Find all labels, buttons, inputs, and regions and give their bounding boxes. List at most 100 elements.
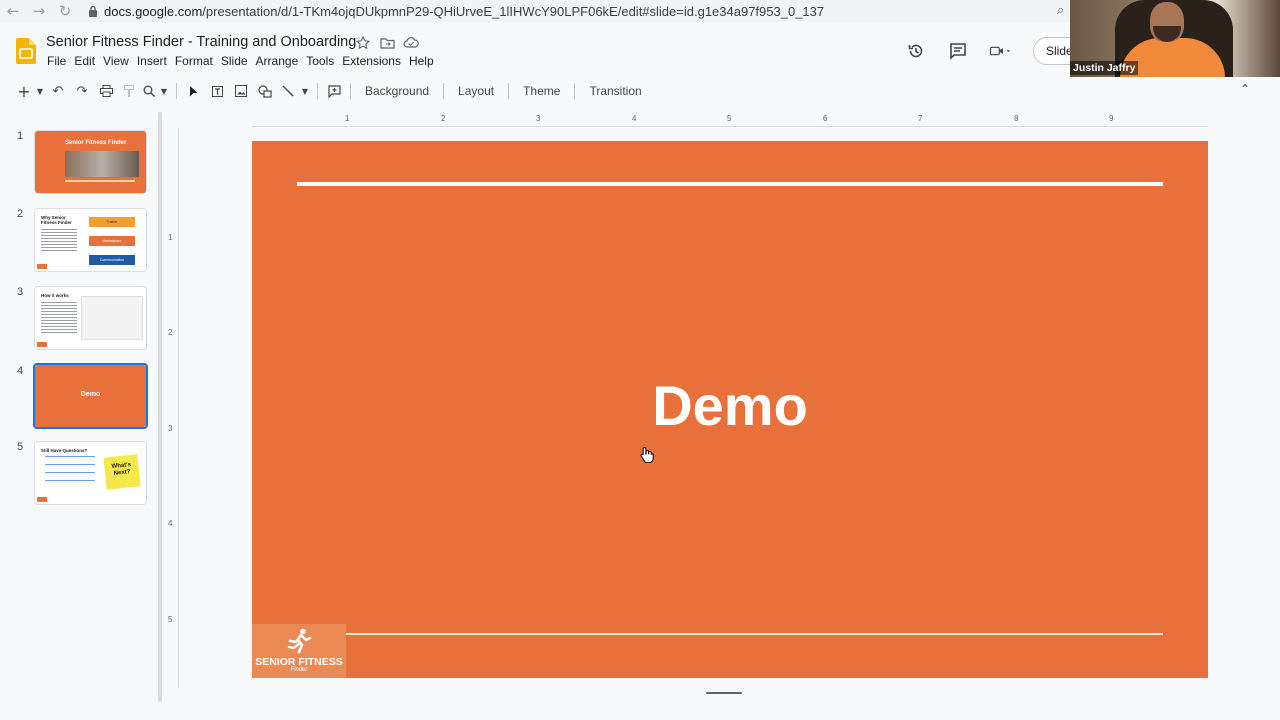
slide-thumbnail-1[interactable]: Senior Fitness Finder <box>34 130 147 194</box>
menu-format[interactable]: Format <box>175 54 221 68</box>
thumb-footer <box>65 180 135 182</box>
slide-thumbnail-3[interactable]: How it works <box>34 286 147 350</box>
thumb-title: Still Have Questions? <box>41 448 88 453</box>
slide-title[interactable]: Demo <box>252 373 1208 438</box>
select-cursor-icon[interactable] <box>183 80 205 102</box>
lock-icon[interactable] <box>88 5 98 17</box>
line-dropdown-icon[interactable]: ▼ <box>299 80 311 102</box>
menu-help[interactable]: Help <box>409 54 442 68</box>
new-slide-dropdown-icon[interactable]: ▼ <box>34 80 46 102</box>
slide-bottom-divider[interactable] <box>346 633 1163 635</box>
thumb-box: Communication <box>89 255 135 265</box>
toolbar-separator <box>350 83 351 99</box>
theme-button[interactable]: Theme <box>515 84 568 98</box>
title-actions <box>355 35 419 51</box>
shape-icon[interactable] <box>253 80 277 102</box>
url-path: /presentation/d/1-TKm4ojqDUkpmnP29-QHiUr… <box>202 3 825 19</box>
collapse-toolbar-icon[interactable]: ⌃ <box>1240 82 1250 96</box>
thumb-title: Demo <box>80 391 101 398</box>
ruler-line <box>252 126 1208 127</box>
filmstrip-scrollbar[interactable] <box>158 112 162 702</box>
slide-number: 1 <box>17 130 24 142</box>
editing-toolbar: + ▼ ↶ ↷ ▼ ▼ Background Layout Theme Tran… <box>14 80 1266 102</box>
ruler-tick-label: 3 <box>168 424 173 433</box>
document-title[interactable]: Senior Fitness Finder - Training and Onb… <box>46 34 356 50</box>
webcam-participant-name: Justin Jaffry <box>1070 61 1139 75</box>
text-box-icon[interactable] <box>205 80 229 102</box>
add-comment-icon[interactable] <box>324 80 344 102</box>
paint-format-icon[interactable] <box>118 80 140 102</box>
search-icon[interactable]: ⌕ <box>1057 3 1064 18</box>
menu-tools[interactable]: Tools <box>306 54 342 68</box>
background-button[interactable]: Background <box>357 84 437 98</box>
menu-slide[interactable]: Slide <box>221 54 256 68</box>
zoom-icon[interactable] <box>140 80 158 102</box>
current-slide[interactable]: Demo SENIOR FITNESS Finder <box>252 141 1208 678</box>
menu-view[interactable]: View <box>103 54 137 68</box>
meet-camera-icon[interactable] <box>989 40 1011 62</box>
line-icon[interactable] <box>277 80 299 102</box>
move-folder-icon[interactable] <box>379 35 395 51</box>
horizontal-ruler[interactable]: 1 2 3 4 5 6 7 8 9 <box>252 114 1208 128</box>
new-slide-icon[interactable]: + <box>14 80 34 102</box>
hand-cursor-icon <box>640 446 654 463</box>
thumb-background: Senior Fitness Finder <box>35 131 146 193</box>
thumb-text-lines <box>41 229 77 253</box>
slide-number: 2 <box>17 208 24 220</box>
ruler-tick-label: 2 <box>168 328 173 337</box>
insert-image-icon[interactable] <box>229 80 253 102</box>
senior-fitness-logo[interactable]: SENIOR FITNESS Finder <box>252 624 346 678</box>
slide-top-divider[interactable] <box>297 182 1163 186</box>
thumb-background: Demo <box>35 365 146 427</box>
vertical-ruler[interactable]: 1 2 3 4 5 <box>166 142 180 678</box>
speaker-notes-handle[interactable] <box>706 692 742 694</box>
menu-edit[interactable]: Edit <box>74 54 103 68</box>
star-icon[interactable] <box>355 35 371 51</box>
address-field[interactable]: docs.google.com/presentation/d/1-TKm4ojq… <box>104 4 824 19</box>
thumb-title: Senior Fitness Finder <box>65 140 127 146</box>
layout-button[interactable]: Layout <box>450 84 502 98</box>
slide-number: 4 <box>17 365 24 377</box>
ruler-tick-label: 9 <box>1109 114 1114 123</box>
ruler-tick-label: 5 <box>727 114 732 123</box>
forward-icon[interactable]: → <box>26 0 52 22</box>
redo-icon[interactable]: ↷ <box>70 80 94 102</box>
ruler-tick-label: 1 <box>345 114 350 123</box>
webcam-video-overlay: Justin Jaffry <box>1070 0 1280 77</box>
slide-thumbnail-4[interactable]: Demo <box>33 363 148 429</box>
undo-icon[interactable]: ↶ <box>46 80 70 102</box>
toolbar-separator <box>574 83 576 99</box>
thumb-text-lines <box>41 302 77 335</box>
runner-icon <box>287 628 312 654</box>
print-icon[interactable] <box>94 80 118 102</box>
thumb-sticky-note: What's Next? <box>103 454 141 490</box>
thumb-corner-bar <box>37 264 47 269</box>
comments-icon[interactable] <box>947 40 969 62</box>
menu-extensions[interactable]: Extensions <box>342 54 409 68</box>
toolbar-separator <box>508 83 510 99</box>
slide-thumbnail-2[interactable]: Why Senior Fitness Finder Trainer Market… <box>34 208 147 272</box>
menu-arrange[interactable]: Arrange <box>256 54 307 68</box>
ruler-tick-label: 2 <box>441 114 446 123</box>
thumb-title: How it works <box>41 293 69 298</box>
back-icon[interactable]: ← <box>0 0 26 22</box>
menu-file[interactable]: File <box>47 54 74 68</box>
cloud-saved-icon[interactable] <box>403 35 419 51</box>
version-history-icon[interactable] <box>905 40 927 62</box>
ruler-tick-label: 4 <box>168 519 173 528</box>
thumb-corner-bar <box>37 342 47 347</box>
thumb-title: Why Senior Fitness Finder <box>41 215 72 225</box>
reload-icon[interactable]: ↻ <box>52 0 78 22</box>
ruler-tick-label: 3 <box>536 114 541 123</box>
logo-sub-text: Finder <box>290 667 308 673</box>
toolbar-separator <box>443 83 445 99</box>
menu-insert[interactable]: Insert <box>137 54 175 68</box>
transition-button[interactable]: Transition <box>581 84 649 98</box>
slides-logo-icon[interactable] <box>16 38 36 64</box>
slide-filmstrip: 1 Senior Fitness Finder 2 Why Senior Fit… <box>0 104 165 720</box>
toolbar-separator <box>176 83 177 99</box>
slide-thumbnail-5[interactable]: Still Have Questions? What's Next? <box>34 441 147 505</box>
zoom-dropdown-icon[interactable]: ▼ <box>158 80 170 102</box>
ruler-tick-label: 6 <box>823 114 828 123</box>
thumb-link-list <box>45 456 95 488</box>
